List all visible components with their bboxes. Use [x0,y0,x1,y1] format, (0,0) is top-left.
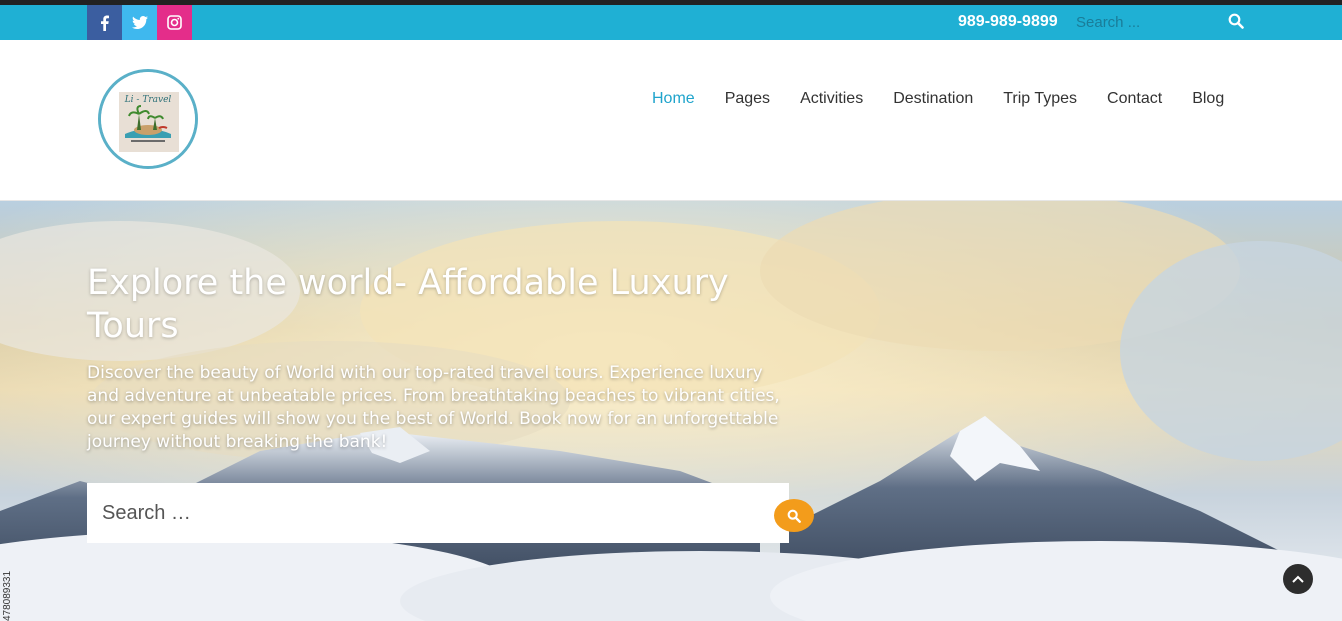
nav-trip-types[interactable]: Trip Types [1003,90,1077,108]
phone-number: 989-989-9899 [958,13,1058,30]
social-links [87,5,192,40]
hero-search-input[interactable] [87,483,789,543]
nav-blog[interactable]: Blog [1192,90,1224,108]
image-id-label: 478089331 [2,570,13,621]
nav-pages[interactable]: Pages [725,90,770,108]
instagram-link[interactable] [157,5,192,40]
site-header: Li - Travel Home Pages Activities Destin… [0,40,1342,201]
nav-home[interactable]: Home [652,90,695,108]
hero-search-button[interactable] [774,499,814,532]
nav-destination[interactable]: Destination [893,90,973,108]
hero-title: Explore the world- Affordable Luxury Tou… [87,263,729,346]
hero-description: Discover the beauty of World with our to… [87,363,780,452]
top-search-button[interactable] [1228,13,1246,31]
instagram-icon [167,15,182,30]
scroll-to-top-button[interactable] [1283,564,1313,594]
search-icon [787,509,801,523]
site-logo[interactable]: Li - Travel [98,69,198,169]
top-search-input[interactable] [1076,10,1226,34]
nav-contact[interactable]: Contact [1107,90,1162,108]
facebook-icon [101,15,109,31]
top-bar: 989-989-9899 [0,5,1342,40]
twitter-icon [131,16,148,29]
facebook-link[interactable] [87,5,122,40]
logo-image: Li - Travel [101,72,195,166]
hero-section: Explore the world- Affordable Luxury Tou… [0,201,1342,621]
svg-text:Li - Travel: Li - Travel [124,95,172,105]
main-nav: Home Pages Activities Destination Trip T… [652,90,1224,108]
nav-activities[interactable]: Activities [800,90,863,108]
search-icon [1228,13,1244,29]
twitter-link[interactable] [122,5,157,40]
chevron-up-icon [1292,575,1304,583]
